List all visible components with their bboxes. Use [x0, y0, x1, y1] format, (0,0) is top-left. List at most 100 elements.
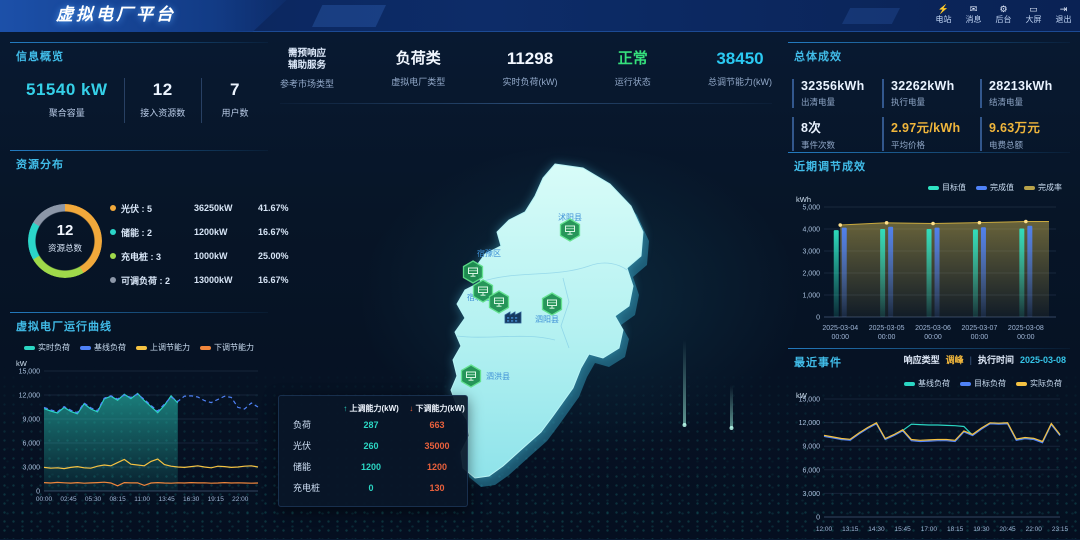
resource-name: 储能 : 2	[110, 226, 194, 239]
info-stat-value: 7	[204, 80, 266, 100]
district-label: 泗洪县	[486, 371, 510, 381]
nav-item-big-screen[interactable]: ▭大屏	[1023, 3, 1044, 25]
legend-item[interactable]: 下调节能力	[200, 342, 254, 353]
legend-item[interactable]: 完成值	[976, 182, 1014, 193]
market-type-label: 参考市场类型	[280, 77, 334, 90]
panel-title: 资源分布	[10, 150, 268, 172]
legend-item[interactable]: 目标值	[928, 182, 966, 193]
resource-color-dot	[110, 253, 116, 259]
tooltip-row-name: 负荷	[285, 418, 337, 431]
tooltip-rows: 负荷287663光伏26035000储能12001200充电桩0130	[285, 414, 461, 498]
event-meta: 响应类型 调峰 | 执行时间 2025-03-08	[904, 353, 1066, 366]
nav-item-messages[interactable]: ✉消息	[963, 3, 984, 25]
overall-stat-label: 平均价格	[891, 139, 980, 151]
tooltip-up-value: 260	[337, 441, 405, 451]
tooltip-row-name: 储能	[285, 460, 337, 473]
vpp-curve-panel: 虚拟电厂运行曲线 实时负荷基线负荷上调节能力下调节能力 03,0006,0009…	[10, 312, 268, 534]
power-station-icon: ⚡	[933, 3, 954, 15]
svg-text:3,000: 3,000	[802, 491, 820, 498]
legend-item[interactable]: 基线负荷	[904, 378, 950, 389]
tooltip-row-name: 光伏	[285, 439, 337, 452]
legend-swatch	[200, 346, 211, 350]
panel-title: 近期调节成效	[788, 152, 1070, 174]
svg-text:5,000: 5,000	[802, 205, 820, 212]
market-type-line2: 辅助服务	[280, 60, 334, 72]
resource-marker[interactable]	[462, 365, 481, 387]
tooltip-down-value: 130	[405, 483, 469, 493]
overall-stat-label: 执行电量	[891, 96, 980, 108]
resource-marker[interactable]	[464, 261, 483, 283]
overall-stat: 28213kWh结清电量	[980, 79, 1068, 108]
nav-label: 电站	[933, 15, 954, 25]
svg-text:08:15: 08:15	[109, 496, 126, 503]
panel-title: 虚拟电厂运行曲线	[10, 312, 268, 334]
svg-text:13:45: 13:45	[159, 496, 176, 503]
resource-legend-row[interactable]: 储能 : 21200kW16.67%	[110, 220, 266, 244]
big-screen-icon: ▭	[1023, 3, 1044, 15]
resource-legend-row[interactable]: 可调负荷 : 213000kW16.67%	[110, 268, 266, 292]
adjust-effect-chart[interactable]: 01,0002,0003,0004,0005,000kWh2025-03-040…	[788, 193, 1070, 343]
overall-stats-grid: 32356kWh出清电量32262kWh执行电量28213kWh结清电量8次事件…	[792, 79, 1070, 151]
nav-item-admin-console[interactable]: ⚙后台	[993, 3, 1014, 25]
resource-capacity: 1000kW	[194, 251, 258, 261]
factory-icon[interactable]	[505, 312, 521, 323]
resp-type-value[interactable]: 调峰	[946, 353, 964, 366]
info-stat-value: 51540 kW	[12, 80, 122, 100]
svg-text:6,000: 6,000	[22, 441, 40, 448]
resource-legend-row[interactable]: 光伏 : 536250kW41.67%	[110, 196, 266, 220]
panel-title: 总体成效	[788, 42, 1070, 64]
overall-stat: 2.97元/kWh 平均价格	[882, 117, 980, 151]
svg-text:kWh: kWh	[796, 195, 811, 204]
resource-legend-row[interactable]: 充电桩 : 31000kW25.00%	[110, 244, 266, 268]
recent-event-chart[interactable]: 03,0006,0009,00012,00015,000kW12:0013:15…	[788, 389, 1070, 535]
app-header: 虚拟电厂平台 ⚡电站✉消息⚙后台▭大屏⇥退出	[0, 0, 1080, 32]
resource-color-dot	[110, 229, 116, 235]
overall-stat-value: 2.97元/kWh	[891, 117, 980, 136]
district-label: 宿豫区	[477, 248, 501, 258]
svg-text:02:45: 02:45	[60, 496, 77, 503]
adjust-legend: 目标值完成值完成率	[788, 182, 1070, 193]
legend-item[interactable]: 完成率	[1024, 182, 1062, 193]
svg-text:00:00: 00:00	[878, 334, 896, 341]
svg-text:12:00: 12:00	[816, 526, 833, 533]
resource-marker[interactable]	[561, 219, 580, 241]
resource-percent: 25.00%	[258, 251, 291, 261]
legend-item[interactable]: 目标负荷	[960, 378, 1006, 389]
nav-item-exit[interactable]: ⇥退出	[1053, 3, 1074, 25]
svg-text:9,000: 9,000	[22, 417, 40, 424]
resource-percent: 16.67%	[258, 275, 291, 285]
resource-legend: 光伏 : 536250kW41.67%储能 : 21200kW16.67%充电桩…	[110, 196, 266, 292]
nav-item-power-station[interactable]: ⚡电站	[933, 3, 954, 25]
exec-date-value[interactable]: 2025-03-08	[1020, 355, 1066, 365]
legend-item[interactable]: 实时负荷	[24, 342, 70, 353]
svg-text:kW: kW	[16, 359, 28, 368]
overall-stat-value: 32262kWh	[891, 79, 980, 93]
admin-console-icon: ⚙	[993, 3, 1014, 15]
resource-name-count: 可调负荷 : 2	[121, 274, 170, 287]
resource-marker[interactable]	[543, 293, 562, 315]
resource-name-count: 储能 : 2	[121, 226, 152, 239]
vpp-curve-legend: 实时负荷 基线负荷上调节能力下调节能力	[10, 342, 268, 353]
resource-capacity: 1200kW	[194, 227, 258, 237]
svg-text:14:30: 14:30	[868, 526, 885, 533]
svg-text:00:00: 00:00	[924, 334, 942, 341]
resource-capacity: 13000kW	[194, 275, 258, 285]
legend-item[interactable]: 实际负荷	[1016, 378, 1062, 389]
up-capability-header: ↑ 上调能力(kW)	[337, 403, 405, 414]
district-label: 泗阳县	[535, 315, 559, 324]
overall-stat-label: 事件次数	[801, 139, 882, 151]
tooltip-row: 储能12001200	[285, 456, 461, 477]
legend-item[interactable]: 基线负荷	[80, 342, 126, 353]
resource-marker[interactable]	[490, 291, 509, 313]
overall-stat: 32262kWh 执行电量	[882, 79, 980, 108]
vpp-curve-chart[interactable]: 03,0006,0009,00012,00015,000kW00:0002:45…	[10, 355, 264, 505]
legend-label: 基线负荷	[94, 342, 126, 353]
svg-text:00:00: 00:00	[36, 496, 53, 503]
legend-swatch	[928, 186, 939, 190]
center-stats-row: 需预响应 辅助服务 参考市场类型 负荷类 虚拟电厂类型 11298 实时负荷(k…	[280, 48, 772, 90]
info-stat: 7用户数	[201, 78, 268, 123]
resource-distribution-panel: 资源分布 12 资源总数 光伏 : 536250kW41.67%储能 : 212…	[10, 150, 268, 308]
panel-title: 信息概览	[10, 42, 268, 64]
legend-item[interactable]: 上调节能力	[136, 342, 190, 353]
messages-icon: ✉	[963, 3, 984, 15]
